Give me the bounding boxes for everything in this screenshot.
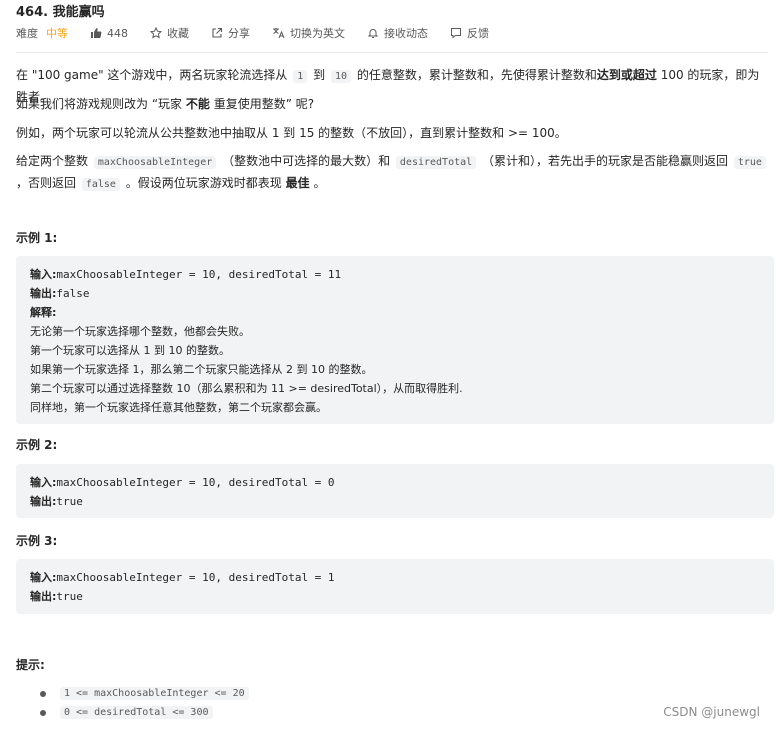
- example-2-title: 示例 2:: [16, 438, 58, 452]
- inline-code: maxChoosableInteger: [93, 156, 217, 169]
- hint-code: 0 <= desiredTotal <= 300: [60, 706, 213, 719]
- bold-text: 最佳: [285, 176, 310, 190]
- collect-label: 收藏: [167, 27, 189, 40]
- list-item: 0 <= desiredTotal <= 300: [16, 703, 251, 722]
- hints-list: 1 <= maxChoosableInteger <= 20 0 <= desi…: [16, 684, 251, 722]
- output-label: 输出:: [30, 590, 57, 603]
- explain-line: 如果第一个玩家选择 1，那么第二个玩家只能选择从 2 到 10 的整数。: [30, 363, 373, 376]
- share-icon: [212, 27, 223, 38]
- description-paragraph-2: 如果我们将游戏规则改为 “玩家 不能 重复使用整数” 呢?: [16, 94, 768, 114]
- problem-toolbar: 难度 中等 448 收藏 分享 切换为英文 接收动态 反馈: [16, 25, 511, 41]
- inline-code: false: [81, 178, 120, 191]
- text: 的任意整数，累计整数和，先使得累计整数和: [356, 68, 597, 82]
- example-3-block: 输入:maxChoosableInteger = 10, desiredTota…: [16, 559, 774, 614]
- inline-code: 10: [330, 70, 352, 83]
- text: （整数池中可选择的最大数）和: [222, 154, 391, 168]
- text: 。假设两位玩家游戏时都表现: [125, 176, 282, 190]
- problem-title: 464. 我能赢吗: [16, 5, 105, 20]
- collect-button[interactable]: 收藏: [150, 25, 189, 41]
- output-label: 输出:: [30, 287, 57, 300]
- example-3-title: 示例 3:: [16, 534, 58, 548]
- like-count: 448: [107, 26, 128, 40]
- inline-code: 1: [293, 70, 308, 83]
- input-label: 输入:: [30, 571, 57, 584]
- text: 到: [313, 68, 326, 82]
- problem-page: 464. 我能赢吗 难度 中等 448 收藏 分享 切换为英文 接收动态 反馈 …: [0, 0, 776, 729]
- text: 重复使用整数” 呢?: [213, 97, 315, 111]
- list-item: 1 <= maxChoosableInteger <= 20: [16, 684, 251, 703]
- like-button[interactable]: 448: [90, 27, 128, 40]
- text: ，否则返回: [16, 176, 77, 190]
- bullet-icon: [40, 690, 46, 697]
- bold-text: 不能: [185, 97, 210, 111]
- notify-button[interactable]: 接收动态: [367, 25, 428, 41]
- bell-icon: [367, 29, 379, 38]
- description-paragraph-4: 给定两个整数 maxChoosableInteger （整数池中可选择的最大数）…: [16, 151, 768, 195]
- explain-line: 第二个玩家可以通过选择整数 10（那么累积和为 11 >= desiredTot…: [30, 382, 463, 395]
- output-value: true: [56, 590, 83, 603]
- text: 给定两个整数: [16, 154, 89, 168]
- thumbs-up-icon: [91, 28, 102, 38]
- feedback-icon: [451, 28, 461, 39]
- switch-language-label: 切换为英文: [290, 27, 345, 40]
- example-2-block: 输入:maxChoosableInteger = 10, desiredTota…: [16, 464, 774, 518]
- header-divider: [16, 52, 768, 53]
- input-label: 输入:: [30, 268, 57, 281]
- explain-line: 同样地，第一个玩家选择任意其他整数，第二个玩家都会赢。: [30, 401, 327, 414]
- feedback-button[interactable]: 反馈: [450, 25, 489, 41]
- text: 如果我们将游戏规则改为 “玩家: [16, 97, 183, 111]
- hint-code: 1 <= maxChoosableInteger <= 20: [60, 687, 249, 700]
- hints-title: 提示:: [16, 658, 45, 672]
- input-value: maxChoosableInteger = 10, desiredTotal =…: [56, 571, 335, 584]
- input-value: maxChoosableInteger = 10, desiredTotal =…: [56, 476, 335, 489]
- share-button[interactable]: 分享: [211, 25, 250, 41]
- text: （累计和），若先出手的玩家是否能稳赢则返回: [481, 154, 728, 168]
- share-label: 分享: [228, 27, 250, 40]
- bullet-icon: [40, 709, 46, 716]
- input-label: 输入:: [30, 476, 57, 489]
- input-value: maxChoosableInteger = 10, desiredTotal =…: [56, 268, 342, 281]
- output-value: false: [56, 287, 90, 300]
- output-label: 输出:: [30, 495, 57, 508]
- translate-icon: [273, 28, 285, 39]
- feedback-label: 反馈: [467, 27, 489, 40]
- difficulty-label: 难度: [16, 27, 38, 40]
- inline-code: true: [733, 156, 766, 169]
- bold-text: 达到或超过: [596, 68, 657, 82]
- notify-label: 接收动态: [384, 27, 428, 40]
- description-paragraph-3: 例如，两个玩家可以轮流从公共整数池中抽取从 1 到 15 的整数（不放回），直到…: [16, 126, 567, 140]
- example-1-title: 示例 1:: [16, 231, 58, 245]
- inline-code: desiredTotal: [395, 156, 477, 169]
- star-icon: [150, 27, 162, 39]
- explain-line: 无论第一个玩家选择哪个整数，他都会失败。: [30, 325, 250, 338]
- text: 。: [313, 176, 326, 190]
- explain-line: 第一个玩家可以选择从 1 到 10 的整数。: [30, 344, 230, 357]
- output-value: true: [56, 495, 83, 508]
- difficulty-badge: 中等: [46, 27, 68, 40]
- switch-language-button[interactable]: 切换为英文: [272, 25, 345, 41]
- example-1-block: 输入:maxChoosableInteger = 10, desiredTota…: [16, 256, 774, 424]
- explain-label: 解释:: [30, 306, 57, 319]
- watermark: CSDN @junewgl: [663, 705, 760, 719]
- text: 在 "100 game" 这个游戏中，两名玩家轮流选择从: [16, 68, 288, 82]
